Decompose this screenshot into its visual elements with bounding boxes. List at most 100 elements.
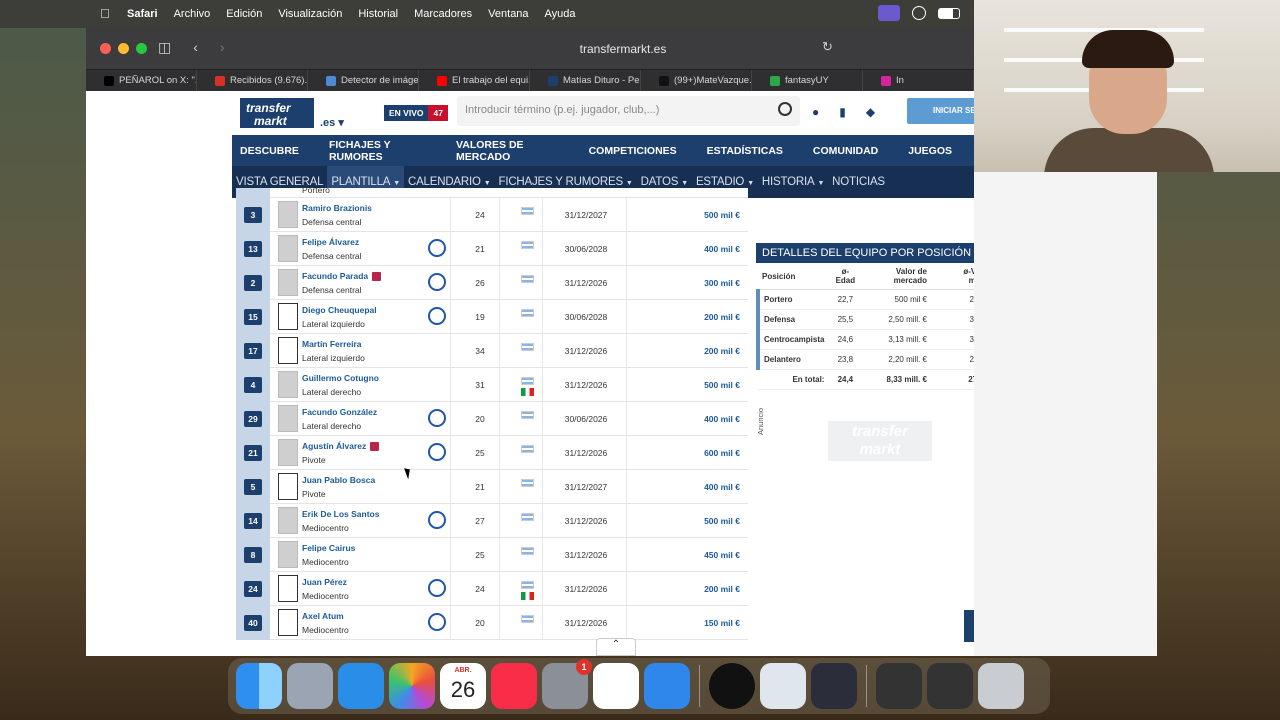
market-value-link[interactable]: 400 mil € [704,244,740,254]
safari-icon[interactable] [338,663,384,709]
market-value-link[interactable]: 200 mil € [704,346,740,356]
player-name-link[interactable]: Erik De Los Santos [302,509,379,519]
settings-icon[interactable]: 1 [542,659,592,709]
nav-item[interactable]: JUEGOS [908,145,952,157]
club-crest-icon[interactable] [428,307,446,325]
finder-icon[interactable] [236,663,282,709]
minimize-window-button[interactable] [118,43,129,54]
sub-nav-item[interactable]: NOTICIAS [828,166,889,198]
menu-item[interactable]: Historial [358,8,398,20]
player-photo[interactable] [278,473,298,500]
user-search-icon[interactable]: ● [812,105,819,119]
nav-item[interactable]: VALORES DE MERCADO [456,139,559,163]
menu-item[interactable]: Safari [127,8,158,20]
menu-item[interactable]: Ventana [488,8,528,20]
browser-tab[interactable]: Recibidos (9.676)... [197,69,308,92]
launchpad-icon[interactable] [287,663,333,709]
player-name-link[interactable]: Felipe Cairus [302,543,355,553]
calendar-icon[interactable]: ABR. 26 [440,663,486,709]
address-bar[interactable]: transfermarkt.es [398,38,848,60]
scroll-to-top-button[interactable]: ⌃ [964,610,974,642]
player-photo[interactable] [278,609,298,636]
nav-item[interactable]: ESTADÍSTICAS [707,145,783,157]
player-photo[interactable] [278,337,298,364]
player-photo[interactable] [278,201,298,228]
search-input[interactable]: Introducir término (p.ej. jugador, club,… [457,96,800,126]
apple-icon[interactable]:  [100,6,110,21]
forward-icon[interactable]: › [220,39,225,56]
market-value-link[interactable]: 300 mil € [704,278,740,288]
market-value-link[interactable]: 500 mil € [704,516,740,526]
injury-icon[interactable] [370,442,380,452]
player-name-link[interactable]: Facundo González [302,407,377,417]
play-icon[interactable] [912,6,926,20]
domain-selector[interactable]: .es ▾ [320,116,344,129]
market-value-link[interactable]: 200 mil € [704,584,740,594]
player-name-link[interactable]: Axel Atum [302,611,344,621]
market-value-link[interactable]: 400 mil € [704,414,740,424]
club-crest-icon[interactable] [428,613,446,631]
zoom-window-button[interactable] [136,43,147,54]
player-photo[interactable] [278,541,298,568]
screenshot-icon[interactable] [927,663,973,709]
music-icon[interactable] [491,663,537,709]
reload-icon[interactable]: ↻ [822,39,833,55]
player-photo[interactable] [278,439,298,466]
tick-icon[interactable] [644,663,690,709]
player-name-link[interactable]: Guillermo Cotugno [302,373,379,383]
player-photo[interactable] [278,303,298,330]
player-photo[interactable] [278,507,298,534]
market-value-link[interactable]: 600 mil € [704,448,740,458]
player-name-link[interactable]: Facundo Parada [302,271,382,282]
player-photo[interactable] [278,575,298,602]
player-name-link[interactable]: Ramiro Brazionis [302,203,372,213]
market-value-link[interactable]: 500 mil € [704,380,740,390]
browser-tab[interactable]: PEÑAROL on X: "... [86,69,197,92]
club-crest-icon[interactable] [428,579,446,597]
browser-tab[interactable]: (99+)MateVazque... [641,69,752,92]
player-name-link[interactable]: Juan Pablo Bosca [302,475,375,485]
browser-tab[interactable]: Matías Dituro - Pe... [530,69,641,92]
photos-icon[interactable] [389,663,435,709]
club-crest-icon[interactable] [428,273,446,291]
shield-icon[interactable]: ◆ [866,105,875,119]
player-name-link[interactable]: Felipe Álvarez [302,237,359,247]
live-button[interactable]: EN VIVO 47 [384,105,448,121]
search-icon[interactable] [778,102,792,116]
player-name-link[interactable]: Juan Pérez [302,577,347,587]
club-crest-icon[interactable] [428,511,446,529]
sub-nav-item[interactable]: HISTORIA ▼ [758,166,828,198]
club-crest-icon[interactable] [428,443,446,461]
login-button[interactable]: INICIAR SE [907,98,974,124]
back-icon[interactable]: ‹ [193,39,198,56]
close-window-button[interactable] [100,43,111,54]
browser-tab[interactable]: El trabajo del equi... [419,69,530,92]
menu-item[interactable]: Visualización [278,8,342,20]
market-value-link[interactable]: 400 mil € [704,482,740,492]
chevron-up-icon[interactable]: ⌃ [596,638,636,656]
nav-item[interactable]: COMUNIDAD [813,145,878,157]
obs-icon[interactable] [811,663,857,709]
spotify-icon[interactable] [709,663,755,709]
menu-item[interactable]: Ayuda [545,8,576,20]
menu-item[interactable]: Archivo [174,8,211,20]
nav-item[interactable]: COMPETICIONES [589,145,677,157]
trash-icon[interactable] [978,663,1024,709]
market-value-link[interactable]: 200 mil € [704,312,740,322]
player-photo[interactable] [278,405,298,432]
market-value-link[interactable]: 450 mil € [704,550,740,560]
menu-item[interactable]: Marcadores [414,8,472,20]
screenshot-icon[interactable] [876,663,922,709]
browser-tab[interactable]: fantasyUY [752,69,863,92]
club-crest-icon[interactable] [428,409,446,427]
nav-item[interactable]: FICHAJES Y RUMORES [329,139,426,163]
menu-item[interactable]: Edición [226,8,262,20]
transfermarkt-logo[interactable]: transfer markt [240,98,314,128]
injury-icon[interactable] [372,272,382,282]
player-photo[interactable] [278,235,298,262]
gear-icon[interactable]: ⚙ [972,170,974,194]
browser-tab[interactable]: Detector de imáge... [308,69,419,92]
player-photo[interactable] [278,269,298,296]
player-name-link[interactable]: Agustín Álvarez [302,441,380,452]
player-photo[interactable] [278,371,298,398]
